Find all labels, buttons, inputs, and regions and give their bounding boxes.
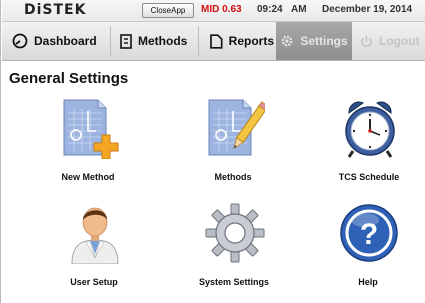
help-icon: ? — [340, 204, 398, 262]
nav-settings[interactable]: Settings — [276, 22, 352, 60]
nav-reports-label: Reports — [228, 34, 274, 48]
power-icon — [361, 35, 372, 47]
status-bar: DiSTEK CloseApp MID 0.63 09:24 AM Decemb… — [2, 0, 425, 22]
tile-user-setup[interactable]: User Setup — [34, 202, 154, 302]
app-window: DiSTEK CloseApp MID 0.63 09:24 AM Decemb… — [0, 0, 425, 303]
tile-help[interactable]: ? Help — [308, 202, 425, 302]
methods-nav-icon — [120, 33, 132, 49]
tile-system-settings[interactable]: System Settings — [174, 202, 294, 302]
nav-methods[interactable]: Methods — [120, 22, 198, 60]
nav-logout-label: Logout — [379, 34, 420, 48]
close-app-button[interactable]: CloseApp — [142, 3, 194, 18]
distek-logo: DiSTEK — [24, 2, 87, 18]
clock-time: 09:24 — [257, 4, 283, 15]
nav-reports[interactable]: Reports — [210, 22, 274, 60]
clock-ampm: AM — [291, 4, 307, 15]
main-nav: Dashboard Methods Reports Settings Logou… — [2, 22, 425, 61]
nav-methods-label: Methods — [138, 34, 188, 48]
tile-new-method[interactable]: New Method — [28, 97, 148, 197]
tile-tcs-schedule-label: TCS Schedule — [338, 172, 400, 182]
page-title: General Settings — [9, 70, 129, 87]
alarm-clock-icon — [345, 101, 395, 158]
tile-methods-label: Methods — [214, 172, 252, 182]
gear-icon — [205, 203, 265, 263]
current-date: December 19, 2014 — [322, 4, 413, 15]
tile-user-setup-label: User Setup — [70, 277, 118, 287]
nav-divider — [198, 26, 199, 56]
methods-icon — [208, 99, 265, 156]
tile-system-settings-label: System Settings — [198, 277, 270, 287]
tile-methods[interactable]: Methods — [173, 97, 293, 197]
nav-logout[interactable]: Logout — [360, 22, 424, 60]
settings-gear-icon — [281, 35, 293, 47]
reports-icon — [210, 33, 223, 49]
svg-text:?: ? — [360, 218, 378, 251]
gauge-icon — [12, 33, 28, 49]
tile-new-method-label: New Method — [61, 172, 115, 182]
nav-dashboard-label: Dashboard — [34, 34, 97, 48]
tile-tcs-schedule[interactable]: TCS Schedule — [309, 97, 425, 197]
nav-divider — [110, 26, 111, 56]
new-method-icon — [63, 99, 119, 159]
nav-settings-label: Settings — [300, 34, 348, 48]
user-icon — [71, 207, 119, 264]
tile-help-label: Help — [358, 277, 378, 287]
nav-dashboard[interactable]: Dashboard — [12, 22, 108, 60]
mid-indicator: MID 0.63 — [201, 4, 242, 15]
